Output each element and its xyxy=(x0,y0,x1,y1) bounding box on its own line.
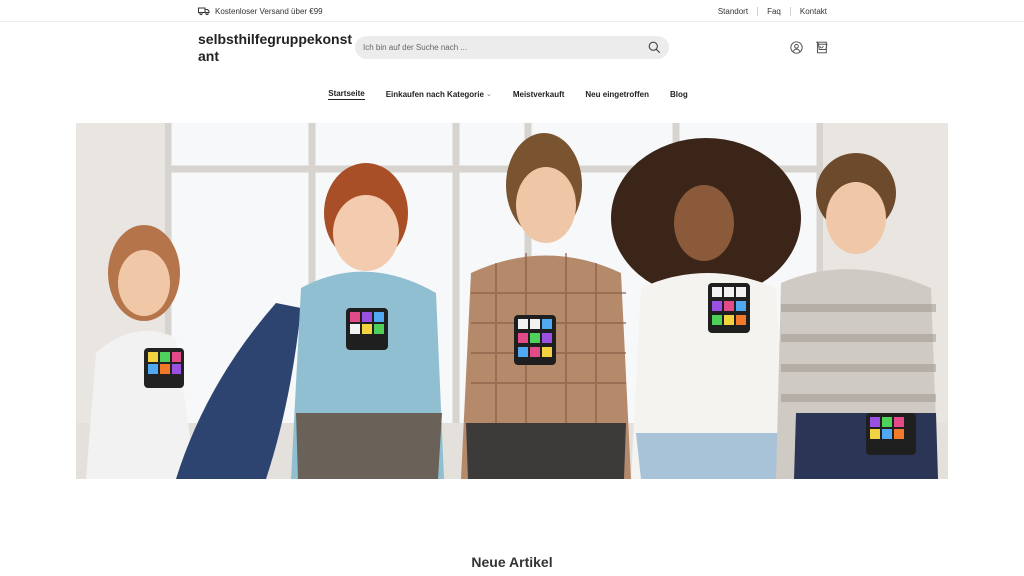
search-icon[interactable] xyxy=(647,41,661,55)
truck-icon xyxy=(198,7,210,16)
top-bar: Kostenloser Versand über €99 Standort Fa… xyxy=(0,0,1024,22)
nav-einkaufen-nach-kategorie[interactable]: Einkaufen nach Kategorie ⌄ xyxy=(386,88,492,100)
nav-item-label: Einkaufen nach Kategorie xyxy=(385,89,484,99)
divider xyxy=(757,6,759,16)
search-input[interactable] xyxy=(363,43,647,52)
link-faq[interactable]: Faq xyxy=(767,7,781,16)
hero-banner[interactable] xyxy=(76,123,948,479)
nav-startseite[interactable]: Startseite xyxy=(328,88,365,100)
divider xyxy=(789,6,791,16)
chevron-down-icon: ⌄ xyxy=(485,91,492,98)
link-standort[interactable]: Standort xyxy=(718,7,748,16)
account-icon[interactable] xyxy=(789,40,803,54)
link-kontakt[interactable]: Kontakt xyxy=(800,7,827,16)
nav-neu-eingetroffen[interactable]: Neu eingetroffen xyxy=(585,88,649,100)
nav-blog[interactable]: Blog xyxy=(670,88,688,100)
site-logo[interactable]: selbsthilfegruppekonstant xyxy=(198,31,356,65)
shipping-notice: Kostenloser Versand über €99 xyxy=(198,6,323,16)
nav-meistverkauft[interactable]: Meistverkauft xyxy=(513,88,565,100)
section-title-new-articles: Neue Artikel xyxy=(471,554,553,570)
shipping-text: Kostenloser Versand über €99 xyxy=(215,6,323,16)
hero-image xyxy=(76,123,948,479)
search-bar[interactable] xyxy=(355,36,669,59)
cart-icon[interactable] xyxy=(814,40,828,54)
main-nav: Startseite Einkaufen nach Kategorie ⌄ Me… xyxy=(0,88,1024,102)
